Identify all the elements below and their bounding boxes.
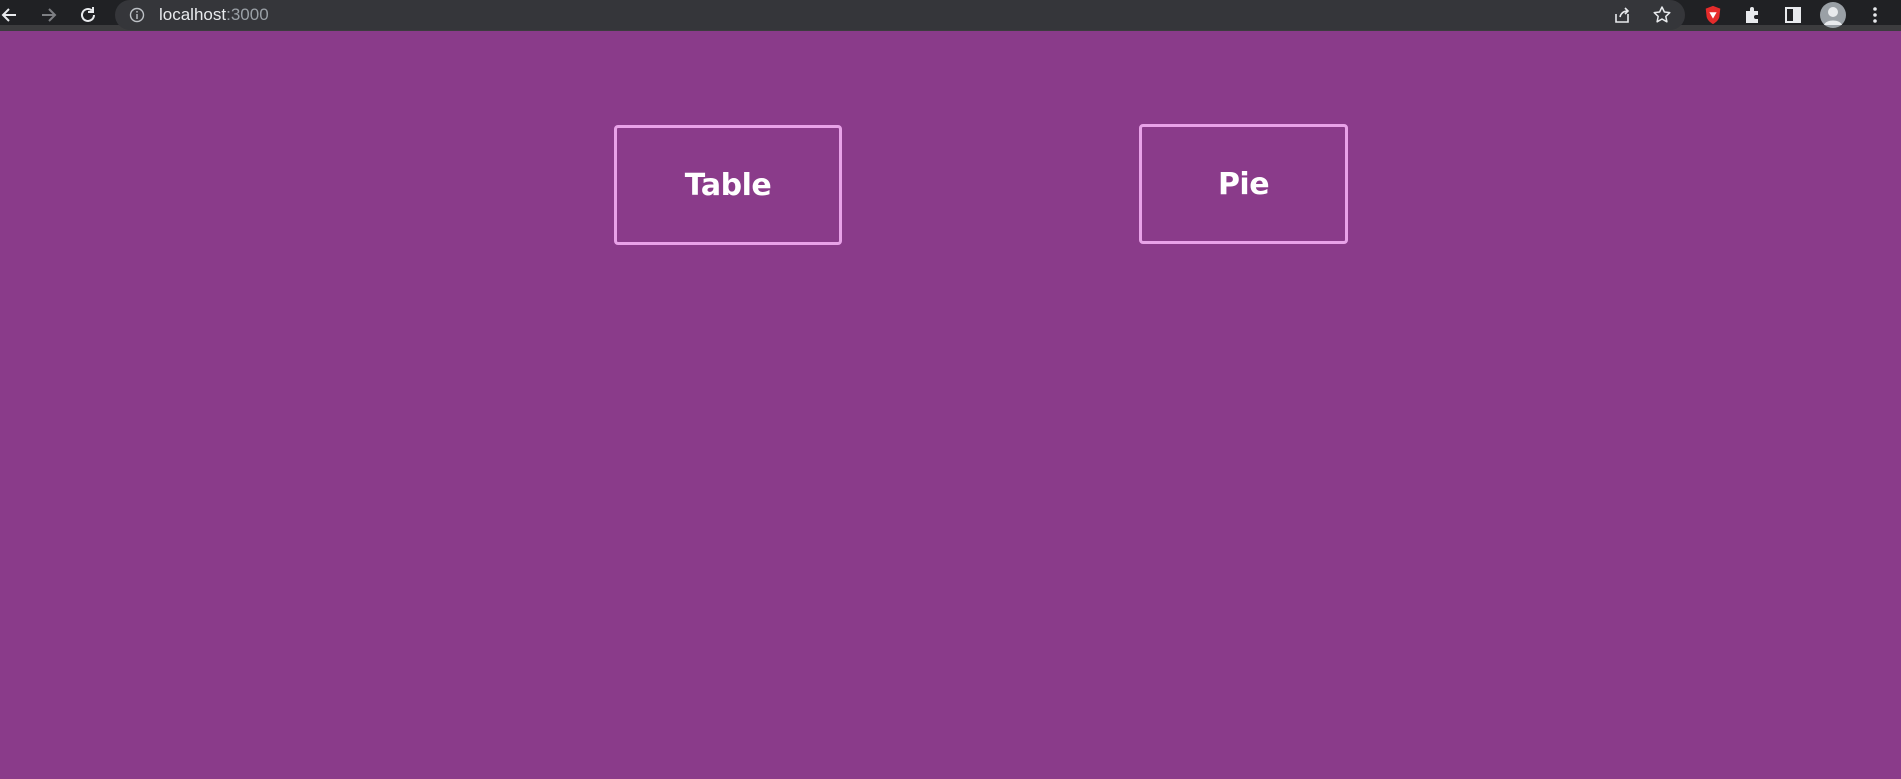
reload-icon[interactable] (76, 3, 100, 27)
puzzle-icon[interactable] (1742, 4, 1764, 26)
kebab-menu-icon[interactable] (1864, 4, 1886, 26)
share-icon[interactable] (1612, 5, 1632, 25)
back-arrow-icon[interactable] (0, 3, 21, 27)
avatar[interactable] (1820, 2, 1846, 28)
forward-arrow-icon[interactable] (37, 3, 61, 27)
star-icon[interactable] (1652, 5, 1672, 25)
browser-toolbar: localhost:3000 (0, 0, 1901, 31)
info-icon[interactable] (129, 7, 145, 23)
page-content: Table Pie (0, 31, 1901, 779)
table-button[interactable]: Table (614, 125, 842, 245)
url-port: :3000 (226, 5, 269, 24)
pie-button[interactable]: Pie (1139, 124, 1348, 244)
side-panel-icon[interactable] (1782, 4, 1804, 26)
url-text: localhost:3000 (159, 5, 269, 25)
brave-shield-icon[interactable] (1702, 4, 1724, 26)
address-bar[interactable]: localhost:3000 (115, 0, 1685, 30)
url-host: localhost (159, 5, 227, 24)
